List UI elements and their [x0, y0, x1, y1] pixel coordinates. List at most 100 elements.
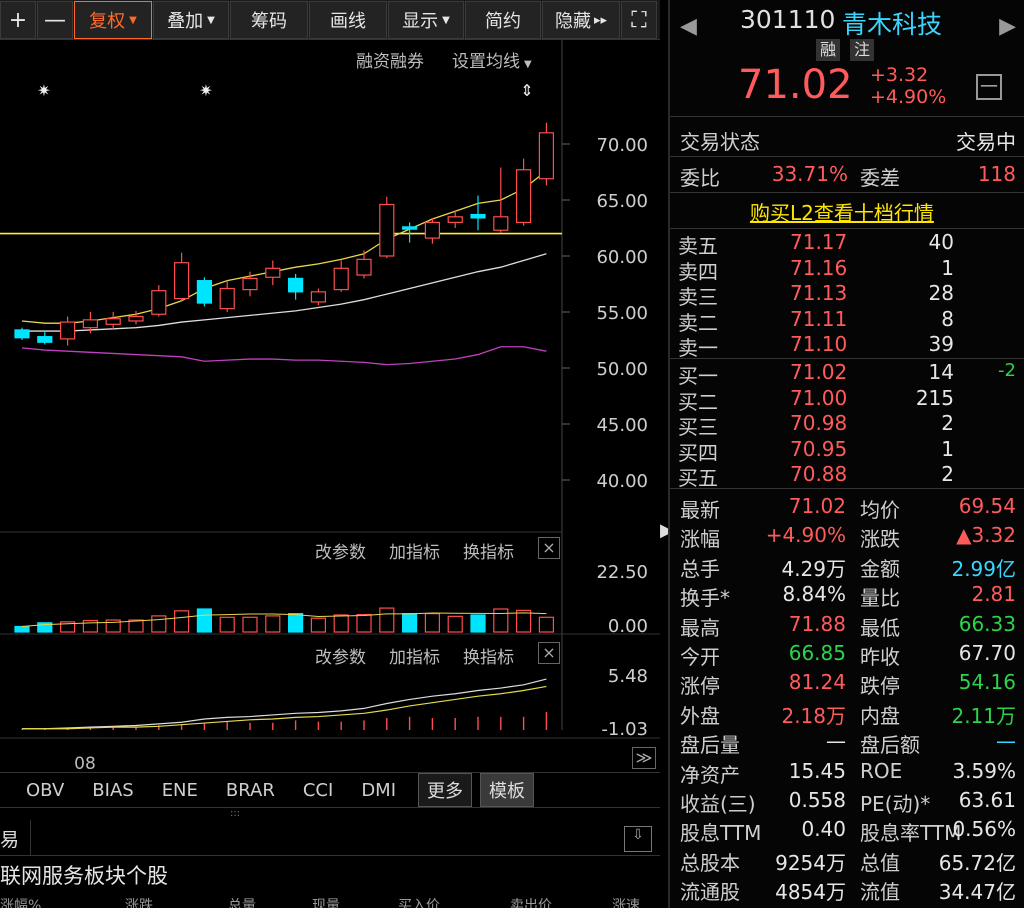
hide-button[interactable]: 隐藏 ▸▸ — [542, 1, 620, 39]
bid-price[interactable]: 70.95 — [790, 437, 847, 461]
l2-promo-link[interactable]: 购买L2查看十档行情 — [750, 197, 934, 226]
hide-label: 隐藏 — [554, 11, 591, 32]
stat-value: 0.56% — [952, 817, 1016, 842]
bid-price[interactable]: 71.00 — [790, 386, 847, 410]
download-icon[interactable]: ⇩ — [624, 826, 652, 852]
stat-label: 量比 — [860, 586, 900, 611]
ask-volume: 8 — [941, 306, 954, 331]
expand-icon[interactable]: ≫ — [632, 747, 656, 769]
stat-value: 2.11万 — [951, 703, 1016, 728]
tab-dmi[interactable]: DMI — [347, 780, 410, 801]
draw-line-button[interactable]: 画线 — [309, 1, 387, 39]
stat-label: 涨跌 — [860, 527, 900, 552]
current-marker-icon[interactable]: ⇕ — [520, 81, 533, 100]
tab-brar[interactable]: BRAR — [212, 780, 289, 801]
ind-params-link[interactable]: 改参数 — [315, 643, 366, 668]
tab-obv[interactable]: OBV — [0, 780, 78, 801]
volume-bar — [242, 616, 258, 633]
resize-grip-icon[interactable]: ::: — [230, 808, 246, 819]
close-icon[interactable]: × — [538, 642, 560, 664]
col-header[interactable]: 买入价 — [398, 895, 440, 908]
event-marker-icon[interactable]: ✷ — [199, 81, 212, 100]
kline-chart[interactable]: 22.50 0.00 5.48 -1.03 70.00 65.00 60.00 55.00… — [0, 40, 660, 770]
vol-params-link[interactable]: 改参数 — [315, 538, 366, 563]
overlay-label: 叠加 — [167, 11, 204, 32]
ind-switch-indicator-link[interactable]: 换指标 — [463, 643, 514, 668]
stat-label: 涨幅 — [680, 527, 720, 552]
vol-add-indicator-link[interactable]: 加指标 — [389, 538, 440, 563]
ma-line-yellow — [21, 170, 547, 324]
weibi-value: 33.71% — [771, 162, 848, 186]
ask-price[interactable]: 71.17 — [790, 230, 847, 254]
stock-name[interactable]: 青木科技 — [842, 5, 942, 41]
last-price: 71.02 — [738, 62, 853, 108]
bid-price[interactable]: 71.02 — [790, 360, 847, 384]
bid-price[interactable]: 70.98 — [790, 411, 847, 435]
more-tabs-button[interactable]: 更多 — [418, 773, 473, 807]
divider — [670, 192, 1024, 193]
double-chevron-icon: ▸▸ — [593, 12, 608, 28]
stat-label: 流通股 — [680, 880, 740, 905]
stat-label: 外盘 — [680, 703, 720, 728]
collapse-quote-icon[interactable]: — — [976, 74, 1002, 100]
col-header[interactable]: 涨跌 — [125, 895, 153, 908]
vol-switch-indicator-link[interactable]: 换指标 — [463, 538, 514, 563]
tab-cci[interactable]: CCI — [289, 780, 347, 801]
event-marker-icon[interactable]: ✷ — [37, 81, 50, 100]
candle-body — [151, 290, 167, 315]
stat-label: 盘后量 — [680, 733, 740, 758]
ask-price[interactable]: 71.13 — [790, 281, 847, 305]
chevron-down-icon: ▼ — [524, 59, 532, 70]
stat-value: 71.88 — [788, 611, 846, 636]
candle-body — [82, 319, 99, 329]
volume-bar — [515, 609, 532, 633]
volume-bar — [333, 614, 349, 633]
weicha-value: 118 — [977, 162, 1016, 186]
ask-price[interactable]: 71.11 — [790, 307, 847, 331]
ask-price[interactable]: 71.10 — [790, 332, 847, 356]
stat-label: 昨收 — [860, 645, 900, 669]
volume-bar — [538, 616, 555, 633]
fullscreen-icon[interactable]: ⛶ — [621, 1, 657, 39]
stat-value: +4.90% — [765, 523, 846, 548]
volume-bar — [424, 612, 440, 633]
stat-label: 今开 — [680, 645, 720, 669]
col-header[interactable]: 涨幅% — [0, 895, 41, 908]
registration-badge: 注 — [850, 39, 874, 61]
display-button[interactable]: 显示 ▼ — [388, 1, 464, 39]
stat-label: 流值 — [860, 880, 900, 905]
candle-body — [402, 226, 418, 230]
tab-bias[interactable]: BIAS — [78, 780, 147, 801]
ma-setting-link[interactable]: 设置均线 ▼ — [452, 47, 532, 72]
candle-body — [37, 336, 53, 343]
col-header[interactable]: 涨速 — [612, 895, 640, 908]
ind-add-indicator-link[interactable]: 加指标 — [389, 643, 440, 668]
stat-value: 2.99亿 — [951, 556, 1016, 581]
rzrq-link[interactable]: 融资融券 — [356, 47, 424, 72]
close-icon[interactable]: × — [538, 537, 560, 559]
zoom-in-button[interactable]: + — [0, 1, 36, 39]
zoom-out-button[interactable]: — — [37, 1, 73, 39]
volume-bar — [196, 608, 212, 633]
fuquan-button[interactable]: 复权 ▼ — [74, 1, 152, 39]
next-stock-icon[interactable]: ▶ — [999, 14, 1016, 39]
stat-label: 最新 — [680, 498, 720, 522]
prev-stock-icon[interactable]: ◀ — [680, 14, 697, 39]
col-header[interactable]: 现量 — [312, 895, 340, 908]
stat-label: 股息率TTM — [860, 821, 962, 846]
tab-ene[interactable]: ENE — [148, 780, 212, 801]
overlay-button[interactable]: 叠加 ▼ — [153, 1, 229, 39]
bid-price[interactable]: 70.88 — [790, 462, 847, 486]
volume-bar — [310, 617, 326, 633]
ask-price[interactable]: 71.16 — [790, 256, 847, 280]
simple-button[interactable]: 简约 — [465, 1, 541, 39]
board-title: 联网服务板块个股 — [0, 864, 168, 888]
stat-value: 65.72亿 — [938, 850, 1016, 875]
chips-button[interactable]: 筹码 — [230, 1, 308, 39]
template-button[interactable]: 模板 — [480, 773, 535, 807]
col-header[interactable]: 卖出价 — [510, 895, 552, 908]
col-header[interactable]: 总量 — [228, 895, 256, 908]
stat-value: 67.70 — [958, 641, 1016, 665]
ind-y-tick: 5.48 — [608, 666, 648, 687]
panel-tab-fragment[interactable]: 易 — [0, 825, 19, 852]
